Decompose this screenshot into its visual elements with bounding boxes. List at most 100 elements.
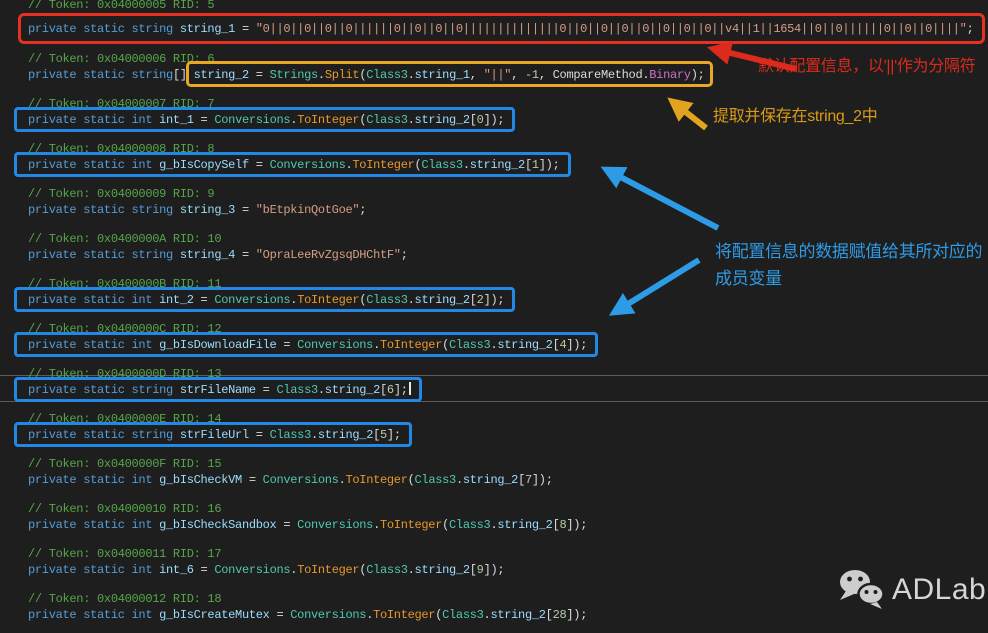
code-token: Binary	[649, 68, 690, 82]
annotation-default-config: 默认配置信息，以'||'作为分隔符	[758, 52, 975, 76]
code-token: ToInteger	[373, 608, 435, 622]
code-token: 2	[477, 293, 484, 307]
code-token: =	[235, 248, 256, 262]
code-line[interactable]: private static int int_1 = Conversions.T…	[14, 107, 515, 132]
code-token: int_1	[159, 113, 194, 127]
comment-line[interactable]: // Token: 0x04000012 RID: 18	[28, 591, 221, 607]
code-line[interactable]: private static int g_bIsCheckSandbox = C…	[28, 517, 587, 533]
code-token: 5	[380, 428, 387, 442]
code-token: string_2	[490, 608, 545, 622]
code-line[interactable]: private static string string_4 = "OpraLe…	[28, 247, 408, 263]
code-token: g_bIsCopySelf	[159, 158, 249, 172]
code-token: g_bIsDownloadFile	[159, 338, 276, 352]
code-line[interactable]: private static string strFileName = Clas…	[14, 377, 422, 402]
code-token: Conversions	[270, 158, 346, 172]
code-token: .	[463, 158, 470, 172]
code-token: ]);	[484, 563, 505, 577]
code-line[interactable]: private static int int_2 = Conversions.T…	[14, 287, 515, 312]
code-token: Class3	[449, 518, 490, 532]
code-token: Class3	[366, 68, 407, 82]
code-line[interactable]: private static int g_bIsCopySelf = Conve…	[14, 152, 571, 177]
code-token: Conversions	[297, 338, 373, 352]
code-token: [	[470, 113, 477, 127]
code-token: private static int	[28, 518, 159, 532]
code-token: g_bIsCreateMutex	[159, 608, 269, 622]
code-token: [	[380, 383, 387, 397]
code-token: strFileName	[180, 383, 256, 397]
code-token: ]);	[539, 158, 560, 172]
code-token: ];	[394, 383, 408, 397]
code-token: string_2	[497, 518, 552, 532]
code-token: (	[408, 473, 415, 487]
code-token: Strings	[270, 68, 318, 82]
code-token: [	[525, 158, 532, 172]
code-token: private static int	[28, 608, 159, 622]
code-token: [	[546, 608, 553, 622]
comment-line[interactable]: // Token: 0x04000005 RID: 5	[28, 0, 214, 13]
code-line[interactable]: private static int int_6 = Conversions.T…	[28, 562, 504, 578]
code-token: =	[256, 383, 277, 397]
comment-line[interactable]: // Token: 0x0400000A RID: 10	[28, 231, 221, 247]
code-token: private static string	[28, 203, 180, 217]
annotation-assign-members-line2: 成员变量	[715, 265, 982, 292]
code-token: ToInteger	[380, 338, 442, 352]
code-line[interactable]: private static int g_bIsCheckVM = Conver…	[28, 472, 553, 488]
code-token: private static string	[28, 383, 180, 397]
comment-line[interactable]: // Token: 0x0400000F RID: 15	[28, 456, 221, 472]
code-line[interactable]: private static int g_bIsDownloadFile = C…	[14, 332, 598, 357]
code-token: Class3	[270, 428, 311, 442]
code-token: "0||0||0||0||0||||||0||0||0||0||||||||||…	[256, 22, 967, 36]
code-token: =	[276, 518, 297, 532]
code-token: ]);	[532, 473, 553, 487]
comment-line[interactable]: // Token: 0x04000006 RID: 6	[28, 51, 214, 67]
code-token: Conversions	[214, 113, 290, 127]
code-token: string_2	[318, 428, 373, 442]
code-token: int_6	[159, 563, 194, 577]
code-token: Class3	[366, 563, 407, 577]
annotation-assign-members: 将配置信息的数据赋值给其所对应的 成员变量	[715, 238, 982, 292]
code-line[interactable]: private static int g_bIsCreateMutex = Co…	[28, 607, 587, 623]
code-token: string_2	[325, 383, 380, 397]
code-token: Conversions	[263, 473, 339, 487]
code-token: private static int	[28, 293, 159, 307]
code-token: ,	[511, 68, 525, 82]
comment-line[interactable]: // Token: 0x04000009 RID: 9	[28, 186, 214, 202]
code-token: ;	[359, 203, 366, 217]
code-token: Class3	[276, 383, 317, 397]
code-token: private static string	[28, 428, 180, 442]
code-line[interactable]: private static string string_3 = "bEtpki…	[28, 202, 366, 218]
code-token: ]);	[566, 518, 587, 532]
code-line[interactable]: private static string[] string_2 = Strin…	[28, 67, 705, 83]
code-token: .	[456, 473, 463, 487]
code-token: 0	[477, 113, 484, 127]
code-token: 1	[532, 158, 539, 172]
code-token: (	[442, 338, 449, 352]
annotation-extract-save: 提取并保存在string_2中	[713, 102, 877, 126]
code-token: Class3	[442, 608, 483, 622]
code-token: Conversions	[297, 518, 373, 532]
code-token: string_4	[180, 248, 235, 262]
code-token: .	[373, 518, 380, 532]
code-token: private static string	[28, 68, 173, 82]
code-token: ToInteger	[297, 563, 359, 577]
code-line[interactable]: private static string string_1 = "0||0||…	[18, 13, 985, 44]
code-token: =	[242, 473, 263, 487]
code-token: .	[408, 293, 415, 307]
comment-line[interactable]: // Token: 0x04000010 RID: 16	[28, 501, 221, 517]
code-token: =	[249, 428, 270, 442]
code-token: [	[373, 428, 380, 442]
code-token: Class3	[421, 158, 462, 172]
code-token: private static int	[28, 473, 159, 487]
code-line[interactable]: private static string strFileUrl = Class…	[14, 422, 412, 447]
code-token: "bEtpkinQotGoe"	[256, 203, 360, 217]
code-token: -1	[525, 68, 539, 82]
code-token: =	[270, 608, 291, 622]
code-token: Split	[325, 68, 360, 82]
watermark: ADLab	[836, 568, 986, 612]
code-token: 7	[525, 473, 532, 487]
code-token: .	[318, 383, 325, 397]
code-token: ,	[470, 68, 484, 82]
code-token: ;	[967, 22, 974, 36]
comment-line[interactable]: // Token: 0x04000011 RID: 17	[28, 546, 221, 562]
code-token: []	[173, 68, 194, 82]
